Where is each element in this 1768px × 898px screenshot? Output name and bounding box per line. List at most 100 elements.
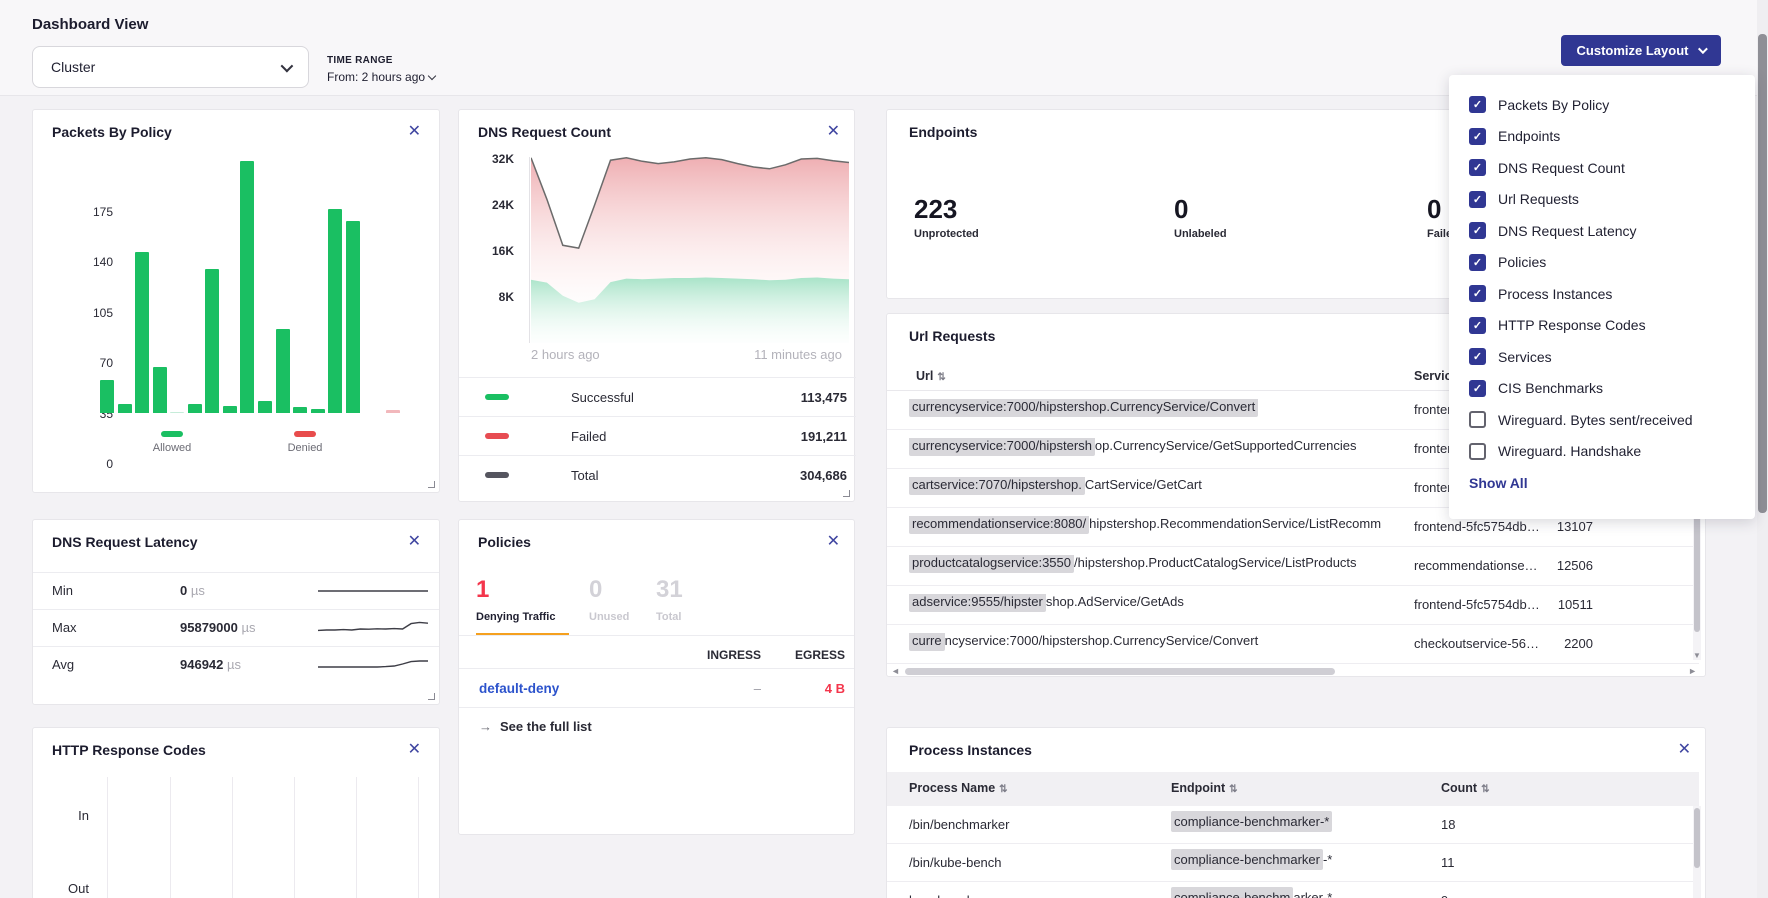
allowed-bar bbox=[258, 401, 272, 413]
layout-menu-item-label: Policies bbox=[1498, 254, 1546, 270]
layout-menu-item-label: DNS Request Latency bbox=[1498, 223, 1637, 239]
close-icon[interactable]: ✕ bbox=[408, 742, 421, 758]
process-name-cell: benchmarker bbox=[909, 893, 985, 898]
vertical-scrollbar[interactable] bbox=[1693, 806, 1701, 898]
layout-menu-item-label: Process Instances bbox=[1498, 286, 1612, 302]
resize-handle-icon[interactable] bbox=[843, 490, 850, 497]
view-select[interactable]: Cluster bbox=[32, 46, 309, 88]
close-icon[interactable]: ✕ bbox=[827, 124, 840, 140]
see-full-list-link[interactable]: →See the full list bbox=[479, 719, 592, 734]
latency-value: 0 µs bbox=[180, 583, 205, 598]
layout-menu-item-label: DNS Request Count bbox=[1498, 160, 1625, 176]
customize-layout-button[interactable]: Customize Layout bbox=[1561, 35, 1721, 66]
checkbox-checked-icon[interactable]: ✓ bbox=[1469, 348, 1486, 365]
stat-label: Unlabeled bbox=[1174, 228, 1227, 240]
card-title: Url Requests bbox=[909, 328, 995, 344]
card-title: HTTP Response Codes bbox=[52, 742, 206, 758]
table-header-row: INGRESS EGRESS bbox=[459, 648, 854, 668]
legend-label: Allowed bbox=[153, 442, 192, 454]
card-title: DNS Request Count bbox=[478, 124, 611, 140]
allowed-bar bbox=[346, 221, 360, 413]
layout-menu-item[interactable]: ✓Services bbox=[1449, 341, 1755, 373]
scrollbar-thumb[interactable] bbox=[905, 668, 1335, 675]
url-table-row[interactable]: currencyservice:7000/hipstershop.Currenc… bbox=[887, 625, 1699, 664]
column-header-count[interactable]: Count⇅ bbox=[1441, 781, 1490, 795]
sort-icon: ⇅ bbox=[937, 372, 945, 383]
policies-tab-total[interactable]: 31Total bbox=[656, 578, 683, 623]
legend-swatch bbox=[485, 394, 509, 400]
endpoint-cell: compliance-benchmarker-* bbox=[1171, 852, 1332, 867]
layout-menu-item[interactable]: ✓ Process Instances bbox=[1449, 278, 1755, 310]
layout-menu-item[interactable]: ✓ HTTP Response Codes bbox=[1449, 310, 1755, 342]
time-range-value[interactable]: From: 2 hours ago bbox=[327, 70, 435, 84]
column-header-endpoint[interactable]: Endpoint⇅ bbox=[1171, 781, 1238, 795]
gridline bbox=[418, 777, 419, 898]
allowed-bar bbox=[118, 404, 132, 413]
stat-label: Unprotected bbox=[914, 228, 979, 240]
layout-menu-item[interactable]: ✓Endpoints bbox=[1449, 121, 1755, 153]
layout-menu-item[interactable]: Wireguard. Handshake bbox=[1449, 436, 1755, 468]
scroll-down-icon[interactable]: ▼ bbox=[1693, 651, 1701, 660]
checkbox-checked-icon[interactable]: ✓ bbox=[1469, 317, 1486, 334]
layout-menu-item[interactable]: ✓CIS Benchmarks bbox=[1449, 373, 1755, 405]
checkbox-checked-icon[interactable]: ✓ bbox=[1469, 254, 1486, 271]
legend-value: 191,211 bbox=[801, 429, 847, 444]
checkbox-checked-icon[interactable]: ✓ bbox=[1469, 128, 1486, 145]
checkbox-checked-icon[interactable]: ✓ bbox=[1469, 191, 1486, 208]
process-table-row[interactable]: /bin/benchmarkercompliance-benchmarker-*… bbox=[887, 806, 1699, 844]
latency-sparkline bbox=[318, 618, 428, 640]
close-icon[interactable]: ✕ bbox=[827, 534, 840, 550]
legend-value: 304,686 bbox=[800, 468, 847, 483]
layout-menu-item-label: HTTP Response Codes bbox=[1498, 317, 1646, 333]
scrollbar-thumb[interactable] bbox=[1694, 808, 1700, 868]
column-header-url[interactable]: Url⇅ bbox=[916, 369, 946, 383]
layout-menu-item[interactable]: ✓ DNS Request Latency bbox=[1449, 215, 1755, 247]
layout-menu-item[interactable]: ✓ DNS Request Count bbox=[1449, 152, 1755, 184]
allowed-bar bbox=[293, 407, 307, 413]
allowed-bar bbox=[205, 269, 219, 413]
layout-menu-item[interactable]: ✓ Policies bbox=[1449, 247, 1755, 279]
page-scrollbar[interactable] bbox=[1757, 0, 1768, 898]
resize-handle-icon[interactable] bbox=[428, 693, 435, 700]
legend-swatch bbox=[294, 431, 316, 437]
close-icon[interactable]: ✕ bbox=[1678, 742, 1691, 758]
show-all-link[interactable]: Show All bbox=[1469, 475, 1528, 491]
table-header-row: Process Name⇅ Endpoint⇅ Count⇅ bbox=[887, 772, 1699, 806]
checkbox-checked-icon[interactable]: ✓ bbox=[1469, 380, 1486, 397]
y-tick-label: 8K bbox=[499, 290, 514, 304]
column-header-process-name[interactable]: Process Name⇅ bbox=[909, 781, 1008, 795]
layout-menu-item[interactable]: ✓Url Requests bbox=[1449, 184, 1755, 216]
layout-menu-item[interactable]: ✓Packets By Policy bbox=[1449, 89, 1755, 121]
page-title: Dashboard View bbox=[32, 16, 148, 33]
checkbox-unchecked-icon[interactable] bbox=[1469, 411, 1486, 428]
process-table-row[interactable]: /bin/kube-benchcompliance-benchmarker-*1… bbox=[887, 844, 1699, 882]
column-header-ingress: INGRESS bbox=[705, 648, 761, 662]
policies-tab-denying-traffic[interactable]: 1Denying Traffic bbox=[476, 578, 555, 623]
horizontal-scrollbar[interactable]: ◄ ► bbox=[891, 666, 1697, 678]
checkbox-checked-icon[interactable]: ✓ bbox=[1469, 285, 1486, 302]
close-icon[interactable]: ✕ bbox=[408, 534, 421, 550]
scroll-right-icon[interactable]: ► bbox=[1688, 666, 1697, 676]
legend-label: Failed bbox=[571, 429, 606, 444]
url-table-row[interactable]: productcatalogservice:3550/hipstershop.P… bbox=[887, 547, 1699, 586]
resize-handle-icon[interactable] bbox=[428, 481, 435, 488]
checkbox-checked-icon[interactable]: ✓ bbox=[1469, 96, 1486, 113]
checkbox-checked-icon[interactable]: ✓ bbox=[1469, 222, 1486, 239]
process-table-row[interactable]: benchmarkercompliance-benchmarker-*9 bbox=[887, 882, 1699, 898]
category-label-in: In bbox=[49, 808, 89, 823]
latency-row: Max95879000 µs bbox=[33, 609, 439, 646]
policy-name-link[interactable]: default-deny bbox=[479, 681, 559, 696]
scrollbar-thumb[interactable] bbox=[1758, 34, 1767, 513]
endpoint-stat: 223Unprotected bbox=[914, 196, 979, 240]
checkbox-unchecked-icon[interactable] bbox=[1469, 443, 1486, 460]
packets-bar-chart: 17514010570350 AllowedDenied bbox=[33, 110, 441, 494]
dns-area-chart bbox=[531, 157, 849, 343]
scroll-left-icon[interactable]: ◄ bbox=[891, 666, 900, 676]
layout-menu-item[interactable]: Wireguard. Bytes sent/received bbox=[1449, 404, 1755, 436]
url-cell: cartservice:7070/hipstershop.CartService… bbox=[909, 477, 1389, 500]
url-table-row[interactable]: adservice:9555/hipstershop.AdService/Get… bbox=[887, 586, 1699, 625]
policies-tab-unused[interactable]: 0Unused bbox=[589, 578, 629, 623]
count-cell: 18 bbox=[1441, 817, 1455, 832]
count-cell: 2200 bbox=[1487, 636, 1593, 651]
checkbox-checked-icon[interactable]: ✓ bbox=[1469, 159, 1486, 176]
